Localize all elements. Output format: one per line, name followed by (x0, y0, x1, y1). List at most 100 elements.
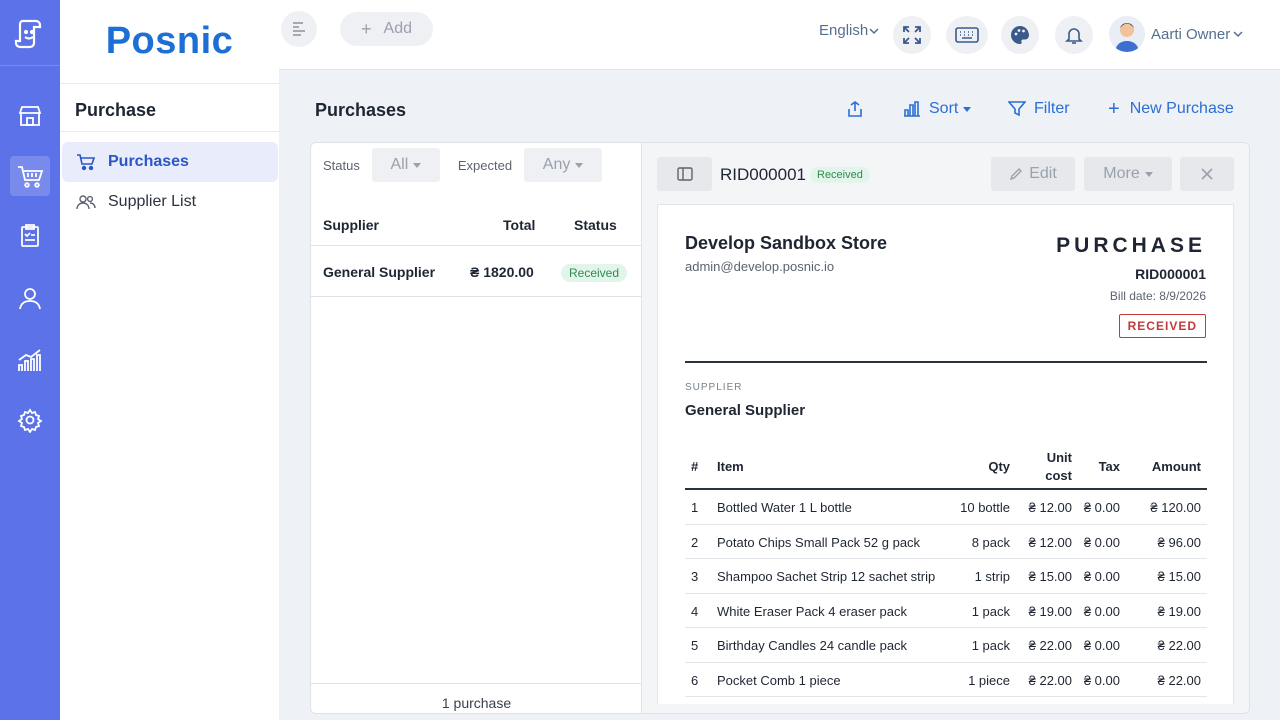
expected-filter-select[interactable]: Any (524, 148, 603, 182)
column-total[interactable]: Total (503, 217, 535, 233)
column-index: # (691, 459, 699, 474)
sort-label: Sort (929, 100, 959, 117)
page-title: Purchases (315, 100, 407, 120)
item-index: 2 (691, 534, 699, 550)
settings-gear-icon[interactable] (10, 400, 50, 440)
filter-icon (1008, 101, 1026, 117)
expected-filter-label: Expected (457, 157, 513, 173)
filter-label: Filter (1034, 100, 1070, 117)
item-tax: ₴ 0.00 (1083, 569, 1120, 584)
language-label: English (819, 22, 869, 39)
item-unit-cost: ₴ 22.00 (1028, 638, 1072, 653)
table-row: 2 Potato Chips Small Pack 52 g pack 8 pack… (685, 525, 1207, 559)
supplier-name: General Supplier (685, 402, 806, 419)
filter-row: Status All Expected Any (323, 147, 603, 183)
column-item: Item (717, 459, 744, 474)
item-amount: ₴ 22.00 (1157, 638, 1201, 653)
sidebar-item-label: Supplier List (108, 193, 197, 210)
close-icon (1201, 168, 1213, 180)
items-table-header: # Item Qty Unit cost Tax Amount (685, 442, 1207, 490)
theme-palette-icon[interactable] (1001, 16, 1039, 54)
user-menu[interactable]: Aarti Owner (1109, 16, 1244, 52)
app-logo-icon[interactable] (0, 0, 60, 66)
store-name: Develop Sandbox Store (685, 233, 888, 253)
clipboard-icon[interactable] (10, 216, 50, 256)
item-name: Bottled Water 1 L bottle (717, 500, 852, 515)
more-button[interactable]: More (1084, 157, 1172, 191)
share-upload-icon (848, 101, 862, 117)
document-divider (685, 361, 1207, 363)
item-qty: 1 pack (971, 638, 1010, 653)
add-button[interactable]: + Add (340, 12, 433, 46)
cart-icon (76, 152, 96, 172)
more-label: More (1103, 165, 1140, 182)
item-amount: ₴ 22.00 (1157, 672, 1201, 688)
notification-bell-icon[interactable] (1055, 16, 1093, 54)
fullscreen-icon[interactable] (893, 16, 931, 54)
edit-label: Edit (1029, 165, 1057, 182)
item-unit-cost: ₴ 12.00 (1028, 500, 1072, 515)
export-button[interactable] (847, 100, 871, 118)
item-unit-cost: ₴ 22.00 (1028, 672, 1072, 688)
brand-logo[interactable]: Posnic (60, 0, 279, 84)
list-header: Supplier Total Status (311, 203, 642, 246)
item-index: 6 (691, 672, 699, 688)
table-row[interactable]: General Supplier ₴ 1820.00 Received (311, 246, 642, 297)
caret-down-icon (963, 106, 972, 112)
new-purchase-label: New Purchase (1129, 100, 1234, 117)
status-badge: Received (561, 264, 628, 282)
item-qty: 1 pack (971, 603, 1010, 619)
table-row: 4 White Eraser Pack 4 eraser pack 1 pack ₴ … (685, 594, 1207, 628)
item-index: 4 (691, 603, 699, 619)
purchase-list-panel: Status All Expected Any Supplier Total S… (310, 142, 642, 714)
table-row: 6 Pocket Comb 1 piece 1 piece ₴ 22.00 ₴ 0.00… (685, 663, 1207, 697)
edit-button[interactable]: Edit (991, 157, 1075, 191)
item-name: White Eraser Pack 4 eraser pack (717, 603, 908, 619)
column-amount: Amount (1151, 459, 1201, 474)
filter-button[interactable]: Filter (1008, 100, 1070, 118)
items-table-body: 1 Bottled Water 1 L bottle 10 bottle ₴ 12.0… (685, 490, 1207, 697)
sort-button[interactable]: Sort (903, 100, 972, 118)
close-button[interactable] (1180, 157, 1234, 191)
item-unit-cost: ₴ 12.00 (1028, 534, 1072, 550)
row-total: ₴ 1820.00 (470, 264, 534, 280)
item-amount: ₴ 19.00 (1157, 603, 1201, 619)
store-icon[interactable] (10, 96, 50, 136)
expected-filter-value: Any (542, 156, 571, 173)
document-status-stamp: RECEIVED (1118, 314, 1206, 338)
chevron-down-icon (1233, 31, 1243, 38)
item-amount: ₴ 120.00 (1150, 500, 1201, 515)
item-name: Shampoo Sachet Strip 12 sachet strip (717, 569, 936, 584)
sidebar-item-label: Purchases (108, 153, 189, 170)
keyboard-icon[interactable] (946, 16, 988, 54)
item-index: 1 (691, 500, 699, 515)
sidebar-item-supplier-list[interactable]: Supplier List (62, 182, 278, 222)
item-unit-cost: ₴ 19.00 (1028, 603, 1072, 619)
new-purchase-button[interactable]: + New Purchase (1108, 99, 1234, 119)
caret-down-icon (413, 162, 422, 168)
detail-reference-id: RID000001 (720, 165, 807, 184)
column-unit-cost-line1: Unit (1046, 450, 1072, 465)
sidebar-item-purchases[interactable]: Purchases (62, 142, 278, 182)
list-footer-count: 1 purchase (311, 683, 642, 714)
purchase-cart-icon[interactable] (10, 156, 50, 196)
user-icon[interactable] (10, 278, 50, 318)
table-row: 3 Shampoo Sachet Strip 12 sachet strip 1 s… (685, 559, 1207, 594)
item-tax: ₴ 0.00 (1083, 603, 1120, 619)
row-supplier: General Supplier (323, 264, 436, 280)
plus-icon: + (361, 18, 372, 39)
panel-toggle-icon[interactable] (657, 157, 712, 191)
column-unit-cost-line2: cost (1045, 468, 1072, 483)
column-supplier[interactable]: Supplier (323, 217, 379, 233)
reports-chart-icon[interactable] (10, 340, 50, 380)
item-amount: ₴ 96.00 (1157, 534, 1201, 550)
item-qty: 8 pack (971, 534, 1010, 550)
table-row: 1 Bottled Water 1 L bottle 10 bottle ₴ 12.0… (685, 490, 1207, 525)
column-status[interactable]: Status (574, 217, 617, 233)
menu-toggle-icon[interactable] (281, 11, 317, 47)
status-filter-label: Status (323, 157, 360, 173)
item-name: Potato Chips Small Pack 52 g pack (717, 534, 921, 550)
language-select[interactable]: English (819, 22, 880, 39)
status-filter-select[interactable]: All (371, 148, 440, 182)
document-type: PURCHASE (1056, 234, 1206, 257)
